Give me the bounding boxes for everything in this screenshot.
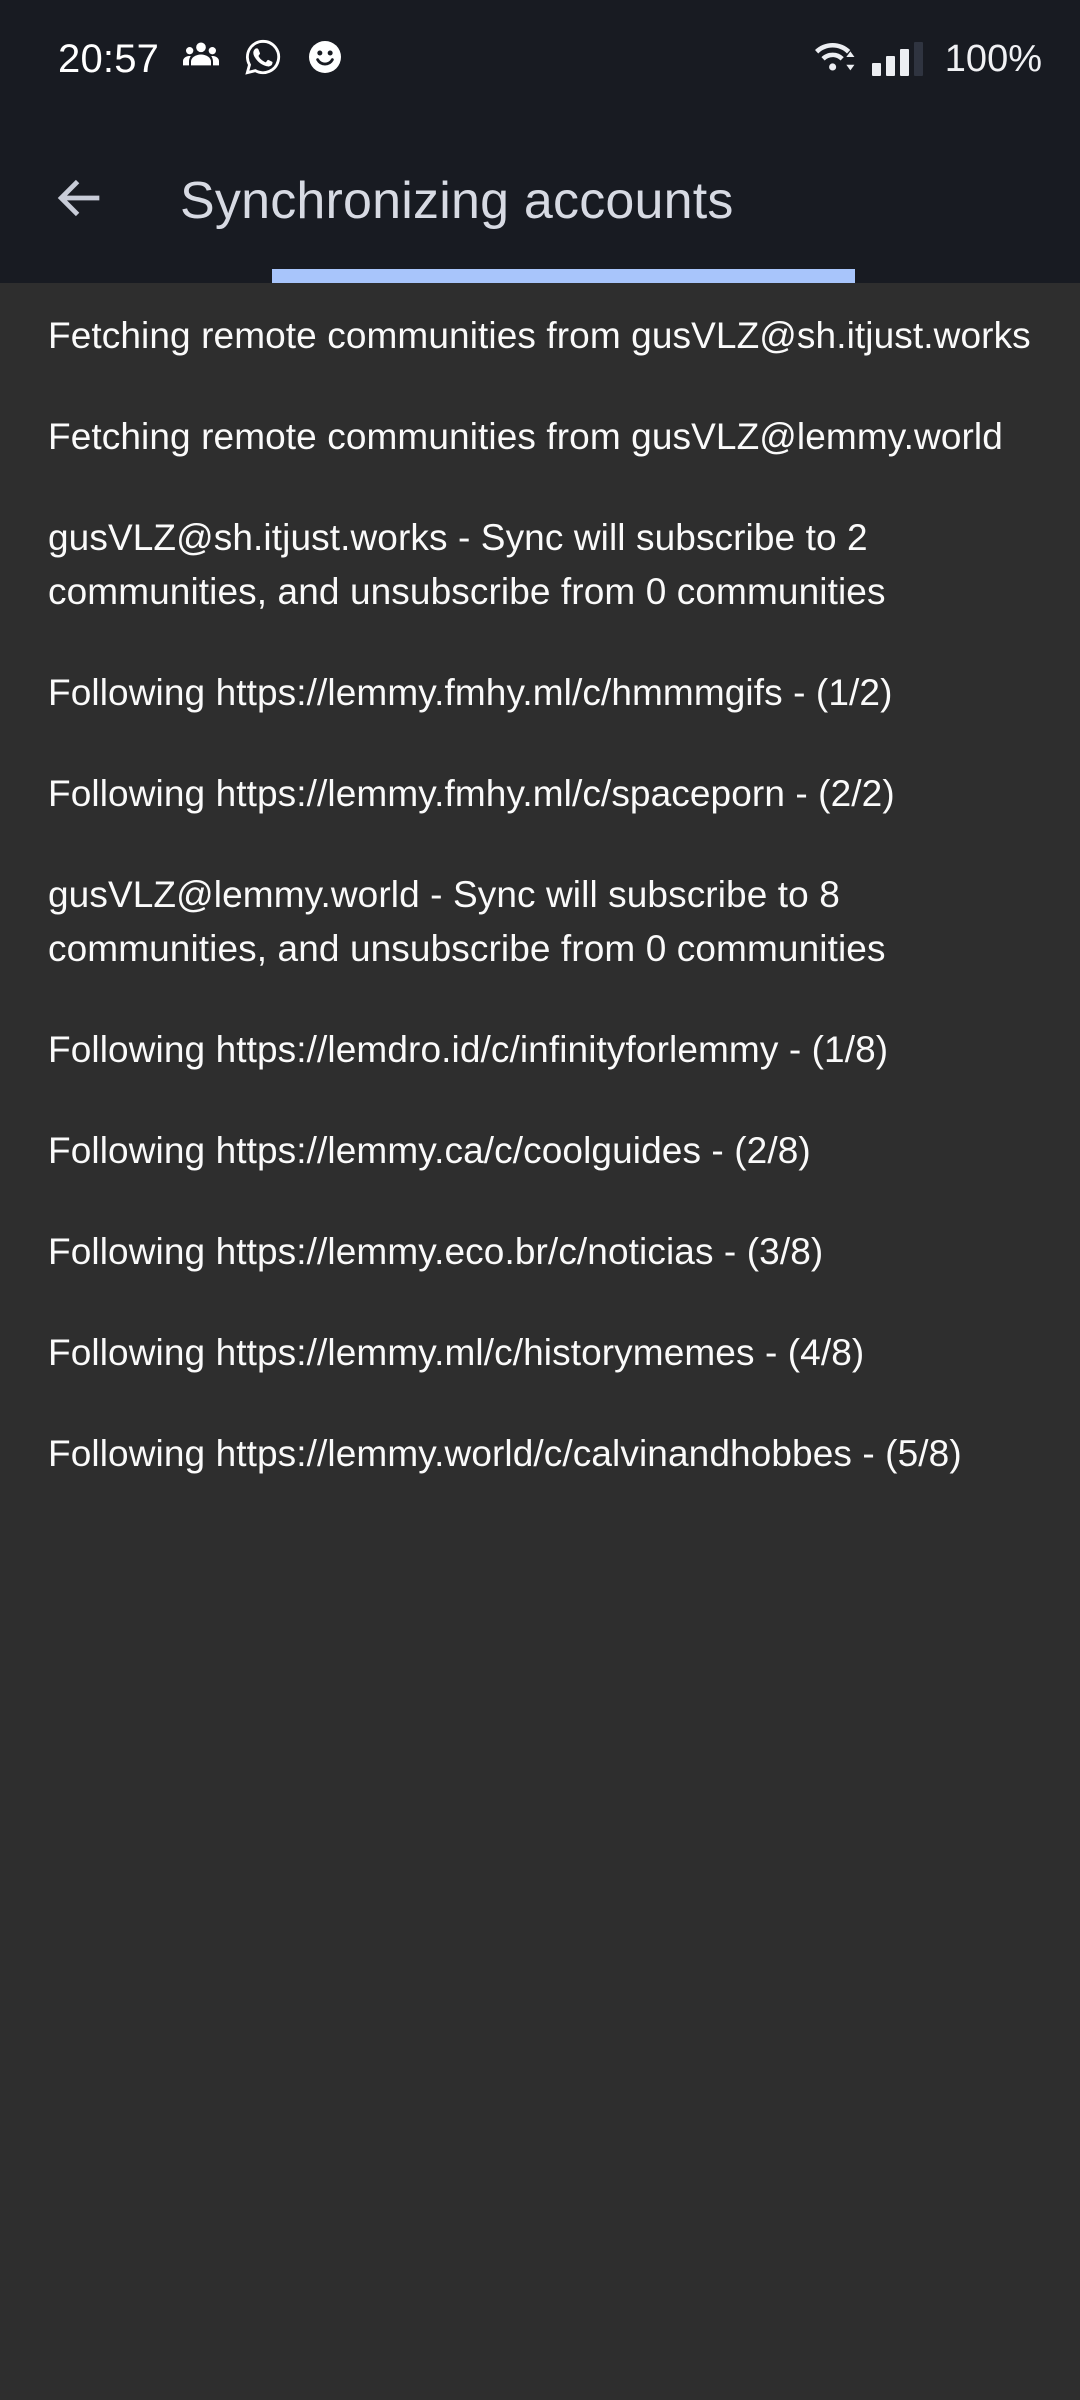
log-entry: Following https://lemmy.ml/c/historymeme…	[48, 1332, 865, 1373]
status-bar-right: 100%	[814, 39, 1042, 80]
status-bar-clock: 20:57	[58, 37, 160, 81]
wifi-data-transfer-icon	[814, 39, 858, 80]
status-bar-left: 20:57	[58, 37, 345, 82]
app-root: 20:57 100% Synchronizing accounts Fetchi…	[0, 0, 1080, 2400]
log-entry: Following https://lemmy.ca/c/coolguides …	[48, 1130, 811, 1171]
arrow-left-icon	[51, 169, 109, 232]
log-entry: gusVLZ@lemmy.world - Sync will subscribe…	[48, 874, 886, 969]
log-entry: Following https://lemdro.id/c/infinityfo…	[48, 1029, 889, 1070]
cellular-signal-icon	[871, 42, 923, 76]
status-bar: 20:57 100%	[0, 0, 1080, 118]
log-entry: gusVLZ@sh.itjust.works - Sync will subsc…	[48, 517, 886, 612]
page-title: Synchronizing accounts	[180, 171, 734, 230]
log-entry: Following https://lemmy.eco.br/c/noticia…	[48, 1231, 824, 1272]
log-entry: Fetching remote communities from gusVLZ@…	[48, 315, 1031, 356]
sync-log-list[interactable]: Fetching remote communities from gusVLZ@…	[0, 283, 1080, 2400]
log-entry: Following https://lemmy.fmhy.ml/c/hmmmgi…	[48, 672, 893, 713]
app-bar: Synchronizing accounts	[0, 118, 1080, 283]
back-button[interactable]	[48, 169, 112, 233]
battery-percentage: 100%	[944, 38, 1042, 80]
smiley-face-icon	[305, 37, 345, 82]
log-entry: Following https://lemmy.world/c/calvinan…	[48, 1433, 962, 1474]
log-entry: Fetching remote communities from gusVLZ@…	[48, 416, 1003, 457]
log-entry: Following https://lemmy.fmhy.ml/c/spacep…	[48, 773, 895, 814]
whatsapp-icon	[243, 37, 283, 82]
progress-bar-fill	[272, 269, 855, 283]
people-group-icon	[181, 37, 221, 82]
notification-icons	[181, 37, 345, 82]
progress-bar	[0, 269, 1080, 283]
